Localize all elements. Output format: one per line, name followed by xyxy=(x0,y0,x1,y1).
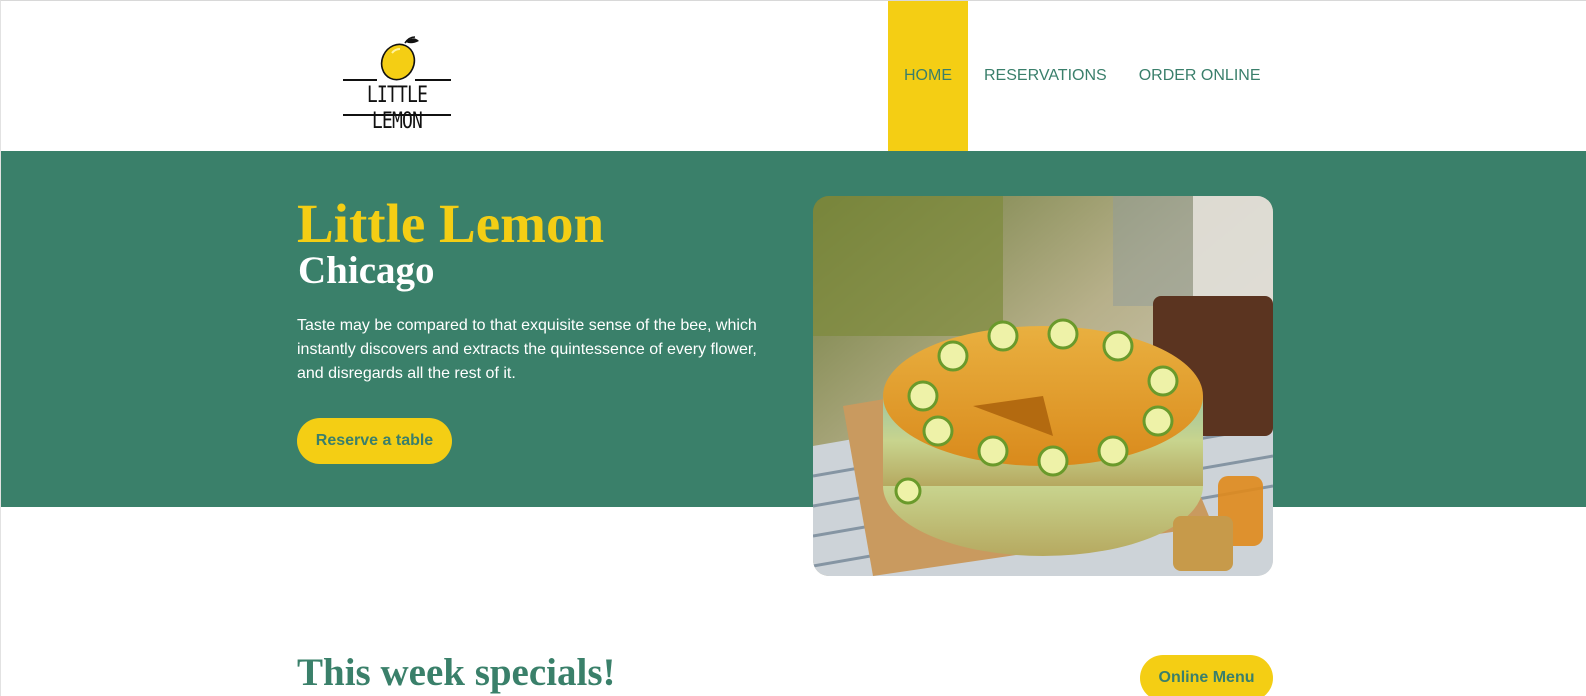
hero-subtitle: Chicago xyxy=(298,249,435,292)
little-lemon-logo[interactable]: LITTLE LEMON xyxy=(341,33,453,134)
nav-reservations[interactable]: RESERVATIONS xyxy=(968,1,1123,151)
hero-description: Taste may be compared to that exquisite … xyxy=(297,317,757,382)
lemon-icon xyxy=(380,36,419,81)
logo-rule xyxy=(415,79,451,81)
logo-rule xyxy=(343,114,451,116)
online-menu-button[interactable]: Online Menu xyxy=(1140,655,1273,696)
specials-title: This week specials! xyxy=(297,651,616,694)
cake-photo-icon xyxy=(813,196,1273,576)
hero-section xyxy=(1,151,1586,507)
logo-rule xyxy=(343,79,377,81)
nav-order-online[interactable]: ORDER ONLINE xyxy=(1123,1,1277,151)
hero-image xyxy=(813,196,1273,576)
logo-wordmark: LITTLE LEMON xyxy=(366,83,428,134)
reserve-table-button[interactable]: Reserve a table xyxy=(297,418,452,464)
hero-title: Little Lemon xyxy=(297,193,605,254)
nav-home[interactable]: HOME xyxy=(888,1,968,151)
site-header: LITTLE LEMON HOME RESERVATIONS ORDER ONL… xyxy=(1,1,1586,151)
page: LITTLE LEMON HOME RESERVATIONS ORDER ONL… xyxy=(0,0,1586,696)
main-nav: HOME RESERVATIONS ORDER ONLINE xyxy=(888,1,1277,151)
